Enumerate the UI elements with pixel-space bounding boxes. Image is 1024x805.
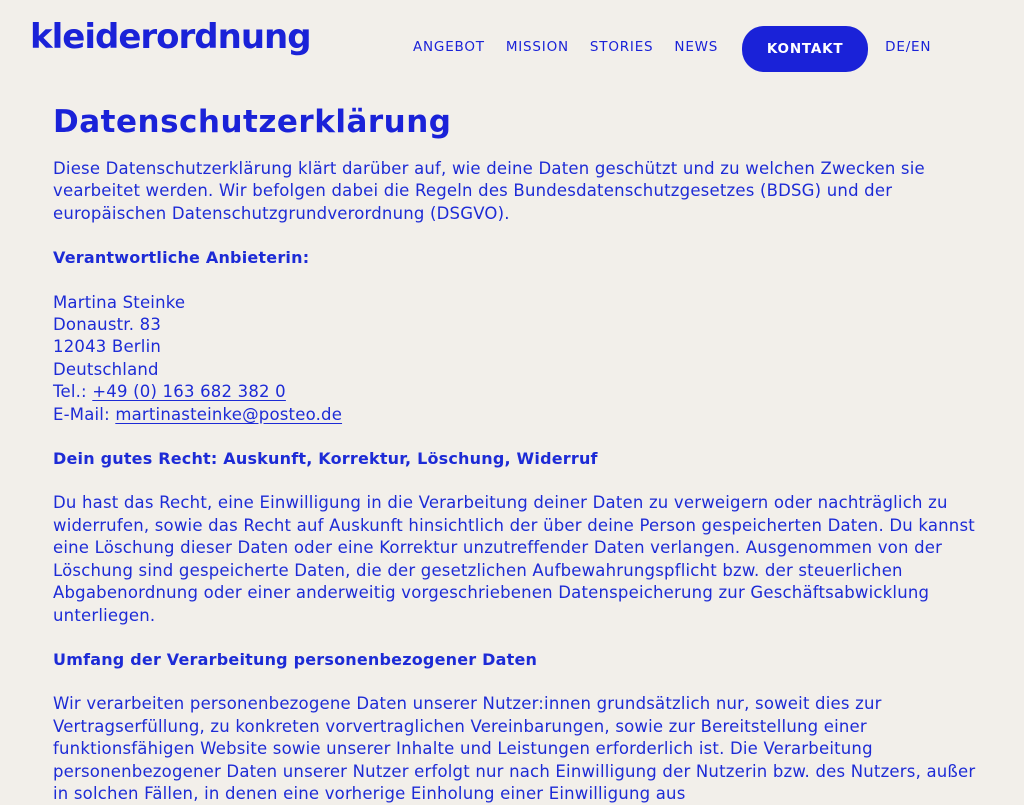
rights-heading: Dein gutes Recht: Auskunft, Korrektur, L…: [53, 449, 598, 469]
site-logo[interactable]: kleiderordnung: [30, 20, 312, 54]
nav-news[interactable]: NEWS: [674, 25, 718, 69]
contact-button[interactable]: KONTAKT: [742, 26, 869, 72]
rights-paragraph: Du hast das Recht, eine Einwilligung in …: [53, 493, 975, 625]
language-switch[interactable]: DE/EN: [885, 25, 931, 69]
provider-address: Martina Steinke Donaustr. 83 12043 Berli…: [53, 292, 983, 426]
provider-heading: Verantwortliche Anbieterin:: [53, 248, 310, 268]
nav-stories[interactable]: STORIES: [590, 25, 654, 69]
phone-label: Tel.:: [53, 382, 93, 402]
address-street: Donaustr. 83: [53, 315, 162, 335]
address-name: Martina Steinke: [53, 292, 186, 312]
nav-angebot[interactable]: ANGEBOT: [413, 25, 485, 69]
main-navigation: ANGEBOT MISSION STORIES NEWS KONTAKT DE/…: [413, 24, 984, 72]
page-title: Datenschutzerklärung: [53, 104, 452, 140]
phone-link[interactable]: +49 (0) 163 682 382 0: [92, 382, 286, 401]
main-content: Datenschutzerklärung Diese Datenschutzer…: [53, 100, 983, 805]
email-link[interactable]: martinasteinke@posteo.de: [115, 405, 342, 424]
nav-mission[interactable]: MISSION: [506, 25, 569, 69]
address-email-row: E-Mail: martinasteinke@posteo.de: [53, 404, 983, 426]
scope-heading: Umfang der Verarbeitung personenbezogene…: [53, 649, 538, 669]
address-phone-row: Tel.: +49 (0) 163 682 382 0: [53, 381, 983, 403]
address-city: 12043 Berlin: [53, 337, 162, 357]
email-label: E-Mail:: [53, 404, 116, 424]
intro-paragraph: Diese Datenschutzerklärung klärt darüber…: [53, 159, 925, 223]
scope-paragraph: Wir verarbeiten personenbezogene Daten u…: [53, 694, 976, 803]
address-country: Deutschland: [53, 359, 159, 379]
